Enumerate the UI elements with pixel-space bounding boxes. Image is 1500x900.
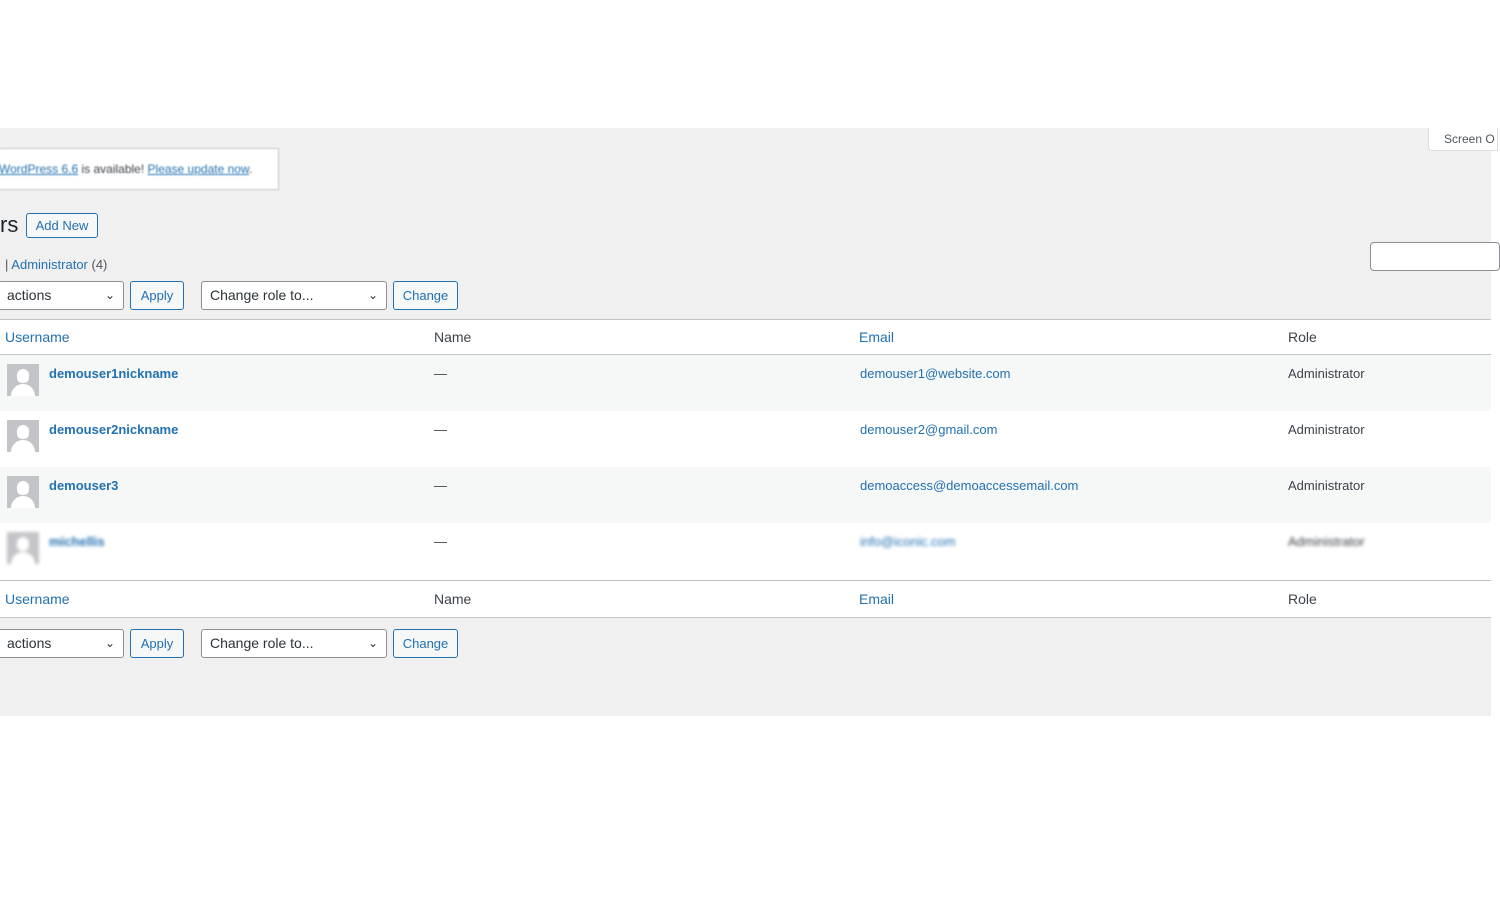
role-cell: Administrator [1288, 478, 1365, 493]
chevron-down-icon: ⌄ [104, 288, 115, 302]
notice-suffix: . [248, 162, 253, 176]
update-notice: WordPress 6.6 is available! Please updat… [0, 148, 279, 190]
bulk-actions-select-top[interactable]: actions ⌄ [0, 281, 124, 310]
bulk-actions-select-bottom[interactable]: actions ⌄ [0, 629, 124, 658]
change-role-value: Change role to... [210, 287, 314, 303]
change-role-value: Change role to... [210, 635, 314, 651]
column-role: Role [1288, 591, 1317, 607]
column-username[interactable]: Username [5, 591, 70, 607]
table-row: demouser1nickname — demouser1@website.co… [0, 355, 1491, 411]
chevron-down-icon: ⌄ [104, 636, 115, 650]
apply-button-top[interactable]: Apply [130, 281, 184, 310]
page-title: rs [0, 212, 19, 237]
change-button-top[interactable]: Change [393, 281, 458, 310]
role-cell: Administrator [1288, 422, 1365, 437]
role-filters: | Administrator (4) [5, 257, 107, 272]
filter-administrator-count: (4) [91, 257, 108, 272]
table-footer: Username Name Email Role [0, 580, 1491, 618]
avatar [7, 532, 39, 564]
notice-text: is available! [78, 162, 148, 176]
username-link[interactable]: michellis [49, 534, 105, 549]
table-row: demouser2nickname — demouser2@gmail.com … [0, 411, 1491, 467]
email-link[interactable]: demouser2@gmail.com [860, 422, 997, 437]
table-header: Username Name Email Role [0, 319, 1491, 355]
search-users-input[interactable] [1370, 242, 1500, 271]
table-row: michellis — info@iconic.com Administrato… [0, 523, 1491, 580]
bulk-actions-value: actions [7, 287, 52, 303]
name-cell: — [434, 422, 447, 437]
change-role-select-bottom[interactable]: Change role to... ⌄ [201, 629, 387, 658]
update-now-link[interactable]: Please update now [148, 162, 249, 176]
email-link[interactable]: demoaccess@demoaccessemail.com [860, 478, 1078, 493]
avatar [7, 364, 39, 396]
chevron-down-icon: ⌄ [367, 288, 378, 302]
filter-administrator[interactable]: Administrator [11, 257, 88, 272]
wordpress-version-link[interactable]: WordPress 6.6 [0, 162, 78, 176]
email-link[interactable]: info@iconic.com [860, 534, 956, 549]
add-new-button[interactable]: Add New [26, 213, 98, 238]
filter-separator: | [5, 257, 9, 272]
avatar [7, 476, 39, 508]
username-link[interactable]: demouser3 [49, 478, 118, 493]
screen-options-tab[interactable]: Screen O [1428, 128, 1498, 151]
column-name: Name [434, 329, 472, 345]
username-link[interactable]: demouser2nickname [49, 422, 178, 437]
table-row: demouser3 — demoaccess@demoaccessemail.c… [0, 467, 1491, 523]
column-email[interactable]: Email [859, 591, 894, 607]
column-username[interactable]: Username [5, 329, 70, 345]
change-button-bottom[interactable]: Change [393, 629, 458, 658]
apply-button-bottom[interactable]: Apply [130, 629, 184, 658]
screen-options-label: Screen O [1444, 132, 1495, 146]
email-link[interactable]: demouser1@website.com [860, 366, 1010, 381]
chevron-down-icon: ⌄ [367, 636, 378, 650]
username-link[interactable]: demouser1nickname [49, 366, 178, 381]
avatar [7, 420, 39, 452]
role-cell: Administrator [1288, 534, 1365, 549]
name-cell: — [434, 534, 447, 549]
name-cell: — [434, 478, 447, 493]
column-name: Name [434, 591, 472, 607]
change-role-select-top[interactable]: Change role to... ⌄ [201, 281, 387, 310]
column-email[interactable]: Email [859, 329, 894, 345]
name-cell: — [434, 366, 447, 381]
column-role: Role [1288, 329, 1317, 345]
role-cell: Administrator [1288, 366, 1365, 381]
bulk-actions-value: actions [7, 635, 52, 651]
